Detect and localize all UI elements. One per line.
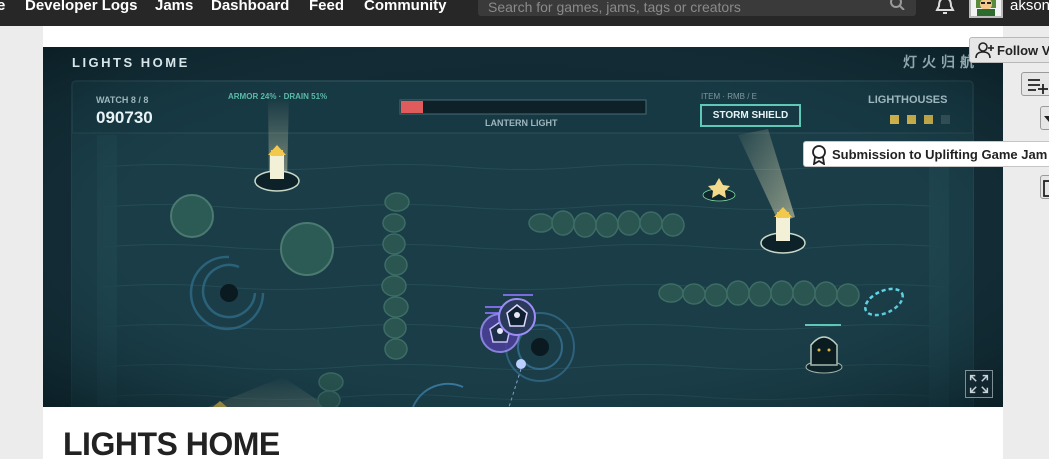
nav-link-developer-logs[interactable]: Developer Logs xyxy=(25,0,138,14)
search-icon[interactable] xyxy=(890,0,906,10)
top-navigation-bar: e Developer Logs Jams Dashboard Feed Com… xyxy=(0,0,1049,26)
username[interactable]: akson xyxy=(1010,0,1049,14)
nav-link-community[interactable]: Community xyxy=(364,0,447,14)
watch-label: WATCH 8 / 8 xyxy=(96,95,149,105)
game-cjk-title: 灯火归航 xyxy=(903,55,979,71)
nav-link-dashboard[interactable]: Dashboard xyxy=(211,0,289,14)
game-screenshot: LIGHTS HOME 灯火归航 WATCH 8 / 8 090730 ARMO… xyxy=(43,47,1003,407)
page-title: LIGHTS HOME xyxy=(63,426,280,459)
add-to-collection-button[interactable] xyxy=(1021,72,1049,96)
nav-link-feed[interactable]: Feed xyxy=(309,0,344,14)
status-text: ARMOR 24% · DRAIN 51% xyxy=(228,92,328,101)
bell-icon[interactable] xyxy=(934,0,956,16)
search-box[interactable] xyxy=(478,0,916,16)
jam-submission-label: Submission to Uplifting Game Jam - xyxy=(832,147,1049,162)
follow-button-label: Follow V xyxy=(997,43,1049,58)
fullscreen-expand-icon[interactable] xyxy=(965,370,993,398)
document-icon xyxy=(1043,180,1049,197)
search-input[interactable] xyxy=(488,0,868,15)
game-title-overlay: LIGHTS HOME xyxy=(72,55,190,70)
follow-button[interactable]: Follow V xyxy=(969,37,1049,63)
add-user-icon xyxy=(975,42,994,59)
lighthouses-label: LIGHTHOUSES xyxy=(868,94,948,106)
jam-submission-badge[interactable]: Submission to Uplifting Game Jam - xyxy=(803,141,1049,167)
devlog-button[interactable] xyxy=(1040,175,1049,199)
item-value-box: STORM SHIELD xyxy=(700,104,801,127)
chevron-down-icon xyxy=(1044,116,1049,122)
avatar[interactable] xyxy=(969,0,1003,18)
award-ribbon-icon xyxy=(812,145,826,165)
item-label: ITEM · RMB / E xyxy=(701,92,757,101)
game-scene xyxy=(43,47,1003,407)
nav-link-truncated[interactable]: e xyxy=(0,0,5,14)
lantern-light-label: LANTERN LIGHT xyxy=(485,118,558,128)
add-to-list-icon xyxy=(1028,79,1048,94)
score-value: 090730 xyxy=(96,108,153,127)
dropdown-button[interactable] xyxy=(1040,106,1049,130)
nav-link-jams[interactable]: Jams xyxy=(155,0,193,14)
